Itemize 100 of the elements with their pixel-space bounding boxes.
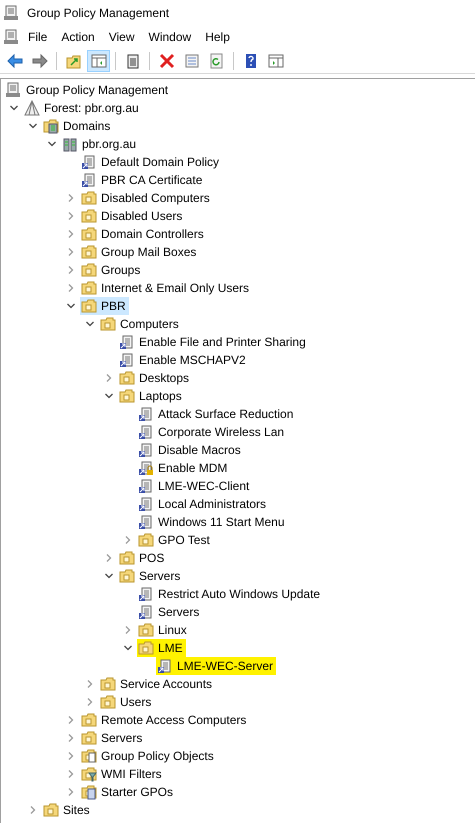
expand-chevron-icon[interactable] (66, 265, 76, 275)
tree-item[interactable]: Enable File and Printer Sharing (118, 333, 309, 351)
tree-item[interactable]: Attack Surface Reduction (137, 405, 296, 423)
expand-chevron-icon[interactable] (28, 805, 38, 815)
tree-item[interactable]: POS (118, 549, 168, 567)
tree-item[interactable]: Forest: pbr.org.au (23, 99, 142, 117)
tree-item[interactable]: Users (99, 693, 154, 711)
tree-item[interactable]: GPO Test (137, 531, 213, 549)
tree-item[interactable]: pbr.org.au (61, 135, 140, 153)
tree-item[interactable]: Disabled Users (80, 207, 186, 225)
tree-item[interactable]: Domains (42, 117, 114, 135)
locked-policy-icon (138, 460, 154, 476)
policy-scroll-icon (138, 424, 154, 440)
filter-folder-icon (81, 766, 97, 782)
folder-icon (81, 226, 97, 242)
tree-item[interactable]: Remote Access Computers (80, 711, 250, 729)
expand-chevron-icon[interactable] (85, 679, 95, 689)
expand-chevron-icon[interactable] (66, 715, 76, 725)
folder-icon (138, 532, 154, 548)
toolbar-button[interactable] (87, 50, 110, 72)
tree-item[interactable]: Servers (137, 603, 202, 621)
tree-item[interactable]: Local Administrators (137, 495, 270, 513)
policy-folder-icon (81, 748, 97, 764)
collapse-chevron-icon[interactable] (66, 301, 76, 311)
app-icon (3, 5, 19, 21)
expand-chevron-icon[interactable] (104, 553, 114, 563)
policy-scroll-icon (81, 172, 97, 188)
collapse-chevron-icon[interactable] (28, 121, 38, 131)
sites-folder-icon (43, 802, 59, 818)
forward-arrow-icon (32, 52, 48, 68)
refresh-icon (208, 52, 224, 68)
collapse-chevron-icon[interactable] (85, 319, 95, 329)
tree-item[interactable]: PBR (80, 297, 129, 315)
expand-chevron-icon[interactable] (66, 283, 76, 293)
menu-item[interactable]: Action (54, 27, 102, 47)
folder-icon (81, 190, 97, 206)
expand-chevron-icon[interactable] (66, 229, 76, 239)
expand-chevron-icon[interactable] (123, 625, 133, 635)
policy-scroll-icon (119, 352, 135, 368)
tree-item[interactable]: Servers (118, 567, 184, 585)
expand-chevron-icon[interactable] (66, 751, 76, 761)
expand-chevron-icon[interactable] (66, 211, 76, 221)
folder-icon (81, 730, 97, 746)
tree-item[interactable]: LME (137, 639, 186, 657)
tree-item[interactable]: LME-WEC-Server (156, 657, 276, 675)
tree-item[interactable]: Disabled Computers (80, 189, 213, 207)
tree-item[interactable]: PBR CA Certificate (80, 171, 206, 189)
tree-item[interactable]: Restrict Auto Windows Update (137, 585, 324, 603)
collapse-chevron-icon[interactable] (123, 643, 133, 653)
folder-icon (81, 712, 97, 728)
tree-item[interactable]: Default Domain Policy (80, 153, 222, 171)
expand-chevron-icon[interactable] (66, 193, 76, 203)
tree-item[interactable]: Starter GPOs (80, 783, 176, 801)
collapse-chevron-icon[interactable] (47, 139, 57, 149)
tree-item[interactable]: Group Policy Objects (80, 747, 217, 765)
expand-chevron-icon[interactable] (66, 247, 76, 257)
expand-chevron-icon[interactable] (123, 535, 133, 545)
menu-item[interactable]: Window (142, 27, 198, 47)
folder-icon (138, 622, 154, 638)
menu-item[interactable]: View (102, 27, 142, 47)
menu-item[interactable]: File (21, 27, 54, 47)
policy-scroll-icon (138, 514, 154, 530)
expand-chevron-icon[interactable] (104, 373, 114, 383)
expand-chevron-icon[interactable] (66, 733, 76, 743)
tree-pane-icon (90, 52, 106, 68)
tree-item[interactable]: Linux (137, 621, 190, 639)
tree-item[interactable]: Desktops (118, 369, 192, 387)
collapse-chevron-icon[interactable] (9, 103, 19, 113)
expand-chevron-icon[interactable] (85, 697, 95, 707)
folder-icon (100, 694, 116, 710)
tree-item[interactable]: Domain Controllers (80, 225, 207, 243)
expand-chevron-icon[interactable] (66, 787, 76, 797)
tree-item[interactable]: Computers (99, 315, 182, 333)
menu-item[interactable]: Help (198, 27, 237, 47)
collapse-chevron-icon[interactable] (104, 571, 114, 581)
tree-item[interactable]: LME-WEC-Client (137, 477, 252, 495)
folder-icon (81, 298, 97, 314)
policy-scroll-icon (157, 658, 173, 674)
folder-icon (81, 280, 97, 296)
tree-item[interactable]: Laptops (118, 387, 185, 405)
tree-item[interactable]: Corporate Wireless Lan (137, 423, 288, 441)
collapse-chevron-icon[interactable] (104, 391, 114, 401)
window-title: Group Policy Management (27, 5, 170, 22)
tree-item[interactable]: Disable Macros (137, 441, 244, 459)
tree-item[interactable]: Servers (80, 729, 146, 747)
console-icon (5, 82, 21, 98)
tree-item[interactable]: WMI Filters (80, 765, 165, 783)
policy-scroll-icon (138, 478, 154, 494)
tree-item[interactable]: Groups (80, 261, 144, 279)
tree-item[interactable]: Group Policy Management (5, 81, 172, 99)
tree-item[interactable]: Enable MDM (137, 459, 230, 477)
tree-item[interactable]: Service Accounts (99, 675, 216, 693)
folder-icon (100, 676, 116, 692)
tree-item[interactable]: Enable MSCHAPV2 (118, 351, 249, 369)
tree-item[interactable]: Sites (42, 801, 93, 819)
tree-item[interactable]: Windows 11 Start Menu (137, 513, 288, 531)
tree-item[interactable]: Group Mail Boxes (80, 243, 200, 261)
folder-icon (119, 370, 135, 386)
tree-item[interactable]: Internet & Email Only Users (80, 279, 252, 297)
expand-chevron-icon[interactable] (66, 769, 76, 779)
